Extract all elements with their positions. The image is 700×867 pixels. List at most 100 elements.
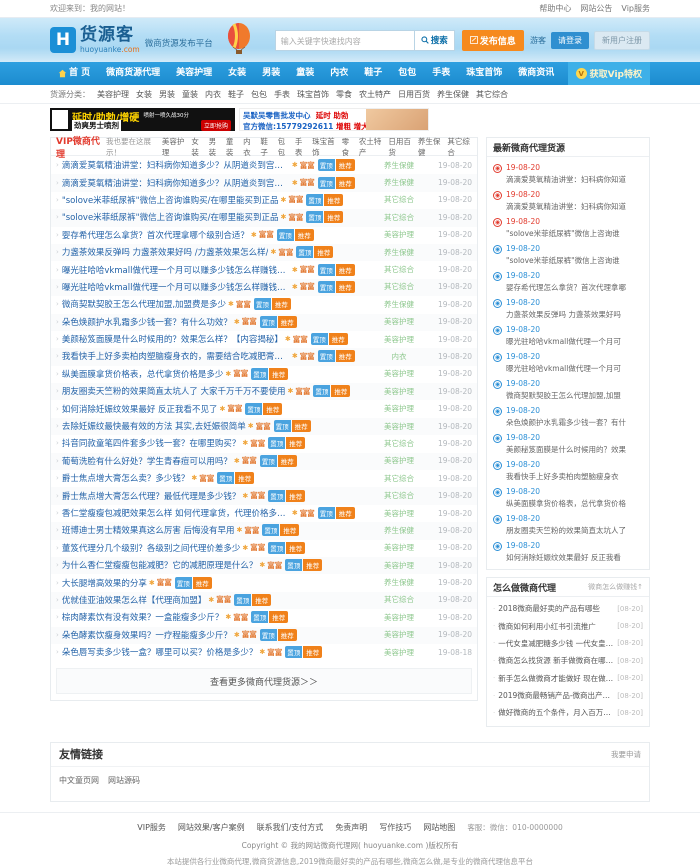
login-button[interactable]: 请登录 [551,31,589,49]
table-row[interactable]: ›滴滴爱莫氧精油讲堂：妇科病你知道多少？从阴道炎到宫颈糜只有三✱富富置顶推荐 养生… [51,157,477,174]
listing-category[interactable]: 其它综合 [370,264,428,275]
listing-category[interactable]: 其它综合 [370,473,428,484]
list-item[interactable]: ·一代女皇减肥糖多少钱 一代女皇吃了9种...[08-20] [493,635,643,652]
news-title[interactable]: 美颜秘笈面膜是什么时候用的？效果 [506,444,643,455]
list-item[interactable]: · 2018微商最好卖的产品有哪些 [08-20] [493,600,643,617]
listing-title[interactable]: 我看快手上好多卖柏肉塑脑瘦身衣的，需要结合吃减肥膏谱去穿吗？ [62,350,290,362]
listing-title[interactable]: 美颜秘笈面膜是什么时候用的？效果怎么样？【内容揭秘】 [62,333,283,345]
register-button[interactable]: 新用户注册 [594,30,650,50]
table-row[interactable]: › 美颜秘笈面膜是什么时候用的？效果怎么样？【内容揭秘】 ✱ 富富 置顶 推荐 美容护理 19… [51,331,477,348]
listing-title[interactable]: 抖音同款童笔四件套多少钱一套？在哪里购买？ [62,437,241,449]
ad-banner-1[interactable]: 延时/助勃/增硬 劲爽男士喷剂 喷射一喷久战30分 立即抢购 [50,108,235,131]
footer-link-1[interactable]: 网站效果/客户案例 [178,822,245,833]
vip-category-9[interactable]: 零食 [342,136,354,158]
footer-link-0[interactable]: VIP服务 [137,822,166,833]
article-title[interactable]: 2018微商最好卖的产品有哪些 [498,603,614,614]
news-title[interactable]: 纵美面膜拿货价格表，总代拿货价格 [506,498,643,509]
list-item[interactable]: ◉ 19-08-20 美颜秘笈面膜是什么时候用的？效果 [493,430,643,457]
news-title[interactable]: "solove米菲纸尿裤"微信上咨询谁 [506,228,643,239]
load-more-button[interactable]: 查看更多微商代理货源＞＞ [56,668,472,695]
listing-category[interactable]: 其它综合 [370,594,428,605]
topbar-link-help[interactable]: 帮助中心 [539,3,571,14]
table-row[interactable]: › 如何消除妊娠纹效果最好 反正我看不见了 ✱ 富富 置顶 推荐 美容护理 19-08-20 [51,400,477,417]
table-row[interactable]: › 香仁堂瘦瘦包减肥效果怎么样 如何代理拿货，代理价格多少钱？有 ✱ 富富 置顶 推荐 美容… [51,505,477,522]
listing-title[interactable]: 爵士焦点增大膏怎么卖？多少钱？ [62,472,190,484]
listing-title[interactable]: "solove米菲纸尿裤"微信上咨询谁购买/在哪里能买到正品 [62,194,279,206]
article-title[interactable]: 2019微商最畅销产品-微商出产品会全微... [498,690,614,701]
subnav-item-3[interactable]: 童装 [182,89,198,100]
listing-title[interactable]: 婴存希代理怎么拿货？首次代理拿哪个级别合适？ [62,229,249,241]
listing-category[interactable]: 其它综合 [370,212,428,223]
list-item[interactable]: ◉ 19-08-20 纵美面膜拿货价格表，总代拿货价格 [493,484,643,511]
list-item[interactable]: ◉ 19-08-20 朋友圈卖天竺粉的效果简直太坑人了 [493,511,643,538]
news-title[interactable]: 力盏茶效果反弹吗 力盏茶效果好吗 [506,309,643,320]
listing-category[interactable]: 养生保健 [370,177,428,188]
listing-category[interactable]: 美容护理 [370,316,428,327]
news-title[interactable]: 如何消除妊娠纹效果最好 反正我看 [506,552,643,563]
article-title[interactable]: 微商如何利用小红书引流推广 [498,621,614,632]
vip-category-2[interactable]: 男装 [209,136,221,158]
subnav-item-5[interactable]: 鞋子 [228,89,244,100]
table-row[interactable]: › 为什么香仁堂瘦瘦包能减肥？它的减肥原理是什么？ ✱ 富富 置顶 推荐 美容护理 19-08… [51,556,477,575]
vip-category-8[interactable]: 珠宝首饰 [312,136,337,158]
friendly-links-apply[interactable]: 我要申请 [611,749,641,760]
search-button[interactable]: 搜索 [414,29,455,51]
news-title[interactable]: 曝光驻哈哈vkmall做代理一个月可 [506,363,643,374]
listing-title[interactable]: 爵士焦点增大膏怎么代理？最低代理是多少钱？ [62,490,241,502]
news-title[interactable]: 朵色焕颜护水乳霜多少钱一套？有什 [506,417,643,428]
listing-title[interactable]: 大长腿增高效果的分享 [62,577,147,589]
listing-category[interactable]: 美容护理 [370,542,428,553]
vip-category-7[interactable]: 手表 [295,136,307,158]
listing-title[interactable]: 朵色唇写卖多少钱一盒？哪里可以买？价格是多少？ [62,646,258,658]
table-row[interactable]: › 朋友圈卖天竺粉的效果简直太坑人了 大家千万千万不要使用 ✱ 富富 置顶 推荐 美容护理 1… [51,383,477,401]
list-item[interactable]: ◉ 19-08-20 曝光驻哈哈vkmall做代理一个月可 [493,349,643,376]
listing-title[interactable]: 力盏茶效果反弹吗 力盏茶效果好吗 /力盏茶效果怎么样/ [62,246,269,258]
news-title[interactable]: 微商契默契胶王怎么代理加盟,加盟 [506,390,643,401]
news-title[interactable]: 曝光驻哈哈vkmall做代理一个月可 [506,336,643,347]
list-item[interactable]: ◉ 19-08-20 我看快手上好多卖柏肉塑脑瘦身衣 [493,457,643,484]
footer-domain-link[interactable]: huoyuanke.com [363,841,423,850]
listing-category[interactable]: 美容护理 [370,403,428,414]
nav-item-shoes[interactable]: 鞋子 [356,62,390,85]
ad-banner-2[interactable]: 吴默吴零售批发中心 延时 助勃 官方微信:15779292611 增粗 增大 [239,108,429,131]
table-row[interactable]: › 曝光驻哈哈vkmall做代理一个月可以赚多少钱怎么样赚钱利润 ✱ 富富 置顶 推荐 其它… [51,261,477,278]
list-item[interactable]: ·新手怎么做微商才能做好 现在做微商还...[08-20] [493,670,643,687]
vip-category-4[interactable]: 内衣 [243,136,255,158]
listing-title[interactable]: 微商契默契胶王怎么代理加盟,加盟费是多少 [62,298,226,310]
vip-category-1[interactable]: 女装 [191,136,203,158]
nav-item-men[interactable]: 男装 [254,62,288,85]
vip-category-0[interactable]: 美容护理 [162,136,187,158]
vip-category-12[interactable]: 养生保健 [418,136,443,158]
news-title[interactable]: 朋友圈卖天竺粉的效果简直太坑人了 [506,525,643,536]
list-item[interactable]: ◉ 19-08-20 力盏茶效果反弹吗 力盏茶效果好吗 [493,295,643,322]
listing-title[interactable]: 曝光驻哈哈vkmall做代理一个月可以赚多少钱怎么样赚钱利润 [62,281,290,293]
list-item[interactable]: ◉ 19-08-20 曝光驻哈哈vkmall做代理一个月可 [493,322,643,349]
listing-title[interactable]: 纵美面膜拿货价格表，总代拿货价格是多少 [62,368,224,380]
nav-item-agent[interactable]: 微商货源代理 [98,62,168,85]
table-row[interactable]: › 葡萄洗脸有什么好处？学生青春痘可以用吗？ ✱ 富富 置顶 推荐 美容护理 19-08-20 [51,452,477,471]
listing-title[interactable]: 班博迪士男士精效果真这么厉害 后悔没有早用 [62,524,235,536]
listing-category[interactable]: 美容护理 [370,455,428,466]
listing-category[interactable]: 美容护理 [370,629,428,640]
list-item[interactable]: ·微商怎么找货源 新手做微商在哪里拿货源[08-20] [493,652,643,669]
news-title[interactable]: 滴滴爱莫氧精油讲堂：妇科病你知道 [506,201,643,212]
listing-category[interactable]: 美容护理 [370,368,428,379]
listing-title[interactable]: 优就佳亚油效果怎么样【代理商加盟】 [62,594,207,606]
table-row[interactable]: › 董笈代理分几个级别？各级别之间代理价差多少 ✱ 富富 置顶 推荐 美容护理 19-08-2… [51,540,477,557]
friendly-link-1[interactable]: 网站源码 [108,775,140,793]
listing-title[interactable]: 为什么香仁堂瘦瘦包能减肥？它的减肥原理是什么？ [62,559,258,571]
vip-category-11[interactable]: 日用百货 [388,136,413,158]
listing-title[interactable]: 葡萄洗脸有什么好处？学生青春痘可以用吗？ [62,455,232,467]
listing-title[interactable]: 香仁堂瘦瘦包减肥效果怎么样 如何代理拿货，代理价格多少钱？有 [62,507,290,519]
subnav-item-6[interactable]: 包包 [251,89,267,100]
topbar-link-vip[interactable]: Vip服务 [621,3,650,14]
subnav-item-10[interactable]: 农土特产 [359,89,391,100]
nav-item-home[interactable]: 首 页 [50,62,98,85]
publish-button[interactable]: 发布信息 [461,29,524,51]
table-row[interactable]: ›我看快手上好多卖柏肉塑脑瘦身衣的，需要结合吃减肥膏谱去穿吗？✱富富置顶推荐 内衣… [51,348,477,366]
vip-category-6[interactable]: 包包 [278,136,290,158]
listing-title[interactable]: 棕肉酵素饮有没有效果？一盒能瘦多少斤？ [62,611,224,623]
nav-item-watches[interactable]: 手表 [424,62,458,85]
listing-title[interactable]: 曝光驻哈哈vkmall做代理一个月可以赚多少钱怎么样赚钱利润 [62,264,290,276]
search-input[interactable]: 输入关键字快速找内容 [274,29,415,51]
